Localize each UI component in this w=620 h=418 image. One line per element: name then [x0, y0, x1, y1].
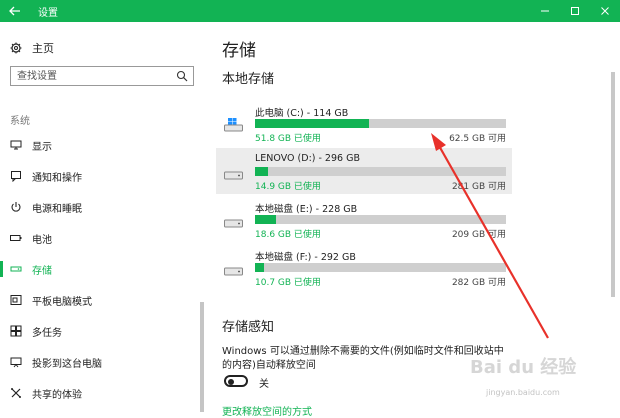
sidebar-item-display[interactable]: 显示: [0, 133, 200, 157]
storage-icon: [9, 262, 23, 276]
free-space: 62.5 GB 可用: [449, 134, 506, 144]
minimize-button[interactable]: [530, 0, 560, 22]
change-free-space-link[interactable]: 更改释放空间的方式: [222, 403, 312, 418]
sidebar-item-label: 存储: [32, 265, 52, 277]
storage-sense-toggle[interactable]: [224, 375, 248, 387]
search-icon[interactable]: [176, 70, 188, 82]
toggle-knob: [228, 379, 234, 385]
storage-sense-description: Windows 可以通过删除不需要的文件(例如临时文件和回收站中的内容)自动释放…: [222, 346, 504, 371]
sidebar-item-power[interactable]: 电源和睡眠: [0, 195, 200, 219]
drive-icon: [224, 219, 243, 228]
sidebar-item-battery[interactable]: 电池: [0, 226, 200, 250]
home-nav-item[interactable]: 主页: [10, 39, 54, 57]
drive-name: LENOVO (D:) - 296 GB: [255, 153, 360, 164]
sidebar-item-storage[interactable]: 存储: [0, 257, 200, 281]
sidebar-scrollbar[interactable]: [200, 302, 204, 412]
back-button[interactable]: [0, 0, 30, 22]
used-space: 18.6 GB 已使用: [255, 230, 321, 240]
drive-name: 此电脑 (C:) - 114 GB: [255, 108, 349, 119]
sidebar-item-label: 多任务: [32, 327, 62, 339]
storage-sense-heading: 存储感知: [222, 320, 275, 335]
drive-f[interactable]: 本地磁盘 (F:) - 292 GB 10.7 GB 已使用 282 GB 可用: [216, 244, 512, 290]
local-storage-heading: 本地存储: [222, 72, 275, 87]
notification-icon: [9, 169, 23, 183]
back-arrow-icon: [9, 6, 20, 16]
usage-bar-fill: [255, 215, 276, 224]
usage-bar-fill: [255, 167, 268, 176]
sidebar-item-label: 平板电脑模式: [32, 296, 92, 308]
sidebar-item-shared-experiences[interactable]: 共享的体验: [0, 381, 200, 405]
sidebar-item-label: 电源和睡眠: [32, 203, 82, 215]
drive-icon: [224, 267, 243, 276]
free-space: 281 GB 可用: [451, 182, 506, 192]
drive-d[interactable]: LENOVO (D:) - 296 GB 14.9 GB 已使用 281 GB …: [216, 148, 512, 194]
drive-name: 本地磁盘 (F:) - 292 GB: [255, 252, 356, 263]
gear-icon: [10, 42, 22, 54]
sidebar-item-label: 通知和操作: [32, 172, 82, 184]
share-icon: [9, 386, 23, 400]
home-label: 主页: [32, 42, 54, 55]
page-title: 存储: [222, 41, 256, 61]
used-space: 10.7 GB 已使用: [255, 278, 321, 288]
sidebar: 主页 系统 显示 通知和操作 电源和睡眠 电池 存储 平板电脑模式 多任务 投影…: [0, 22, 208, 415]
sidebar-category: 系统: [10, 116, 30, 127]
close-icon: [601, 7, 609, 15]
watermark-logo: Bai du 经验: [470, 357, 577, 378]
monitor-icon: [9, 138, 23, 152]
free-space: 282 GB 可用: [451, 278, 506, 288]
toggle-state-label: 关: [259, 379, 269, 390]
window-title: 设置: [38, 8, 58, 19]
power-icon: [9, 200, 23, 214]
drive-icon: [224, 171, 243, 180]
sidebar-item-label: 电池: [32, 234, 52, 246]
search-input[interactable]: [11, 67, 177, 85]
used-space: 14.9 GB 已使用: [255, 182, 321, 192]
used-space: 51.8 GB 已使用: [255, 134, 321, 144]
sidebar-item-label: 共享的体验: [32, 389, 82, 401]
usage-bar: [255, 215, 506, 224]
drive-e[interactable]: 本地磁盘 (E:) - 228 GB 18.6 GB 已使用 209 GB 可用: [216, 196, 512, 242]
maximize-button[interactable]: [560, 0, 590, 22]
drive-c[interactable]: 此电脑 (C:) - 114 GB 51.8 GB 已使用 62.5 GB 可用: [216, 100, 512, 146]
free-space: 209 GB 可用: [451, 230, 506, 240]
drive-name: 本地磁盘 (E:) - 228 GB: [255, 204, 358, 215]
watermark-url: jingyan.baidu.com: [486, 388, 560, 397]
usage-bar-fill: [255, 119, 369, 128]
usage-bar: [255, 167, 506, 176]
sidebar-item-label: 投影到这台电脑: [32, 358, 102, 370]
title-bar: 设置: [0, 0, 620, 22]
multitask-icon: [9, 324, 23, 338]
sidebar-item-notifications[interactable]: 通知和操作: [0, 164, 200, 188]
maximize-icon: [571, 7, 579, 15]
search-box: [10, 66, 194, 86]
windows-drive-icon: [224, 118, 243, 132]
usage-bar-fill: [255, 263, 265, 272]
sidebar-item-label: 显示: [32, 141, 52, 153]
usage-bar: [255, 119, 506, 128]
minimize-icon: [541, 10, 549, 12]
usage-bar: [255, 263, 506, 272]
sidebar-item-multitasking[interactable]: 多任务: [0, 319, 200, 343]
battery-icon: [9, 231, 23, 245]
sidebar-item-projecting[interactable]: 投影到这台电脑: [0, 350, 200, 374]
main-scrollbar[interactable]: [611, 72, 615, 297]
projector-icon: [9, 355, 23, 369]
tablet-icon: [9, 293, 23, 307]
sidebar-item-tablet-mode[interactable]: 平板电脑模式: [0, 288, 200, 312]
close-button[interactable]: [590, 0, 620, 22]
